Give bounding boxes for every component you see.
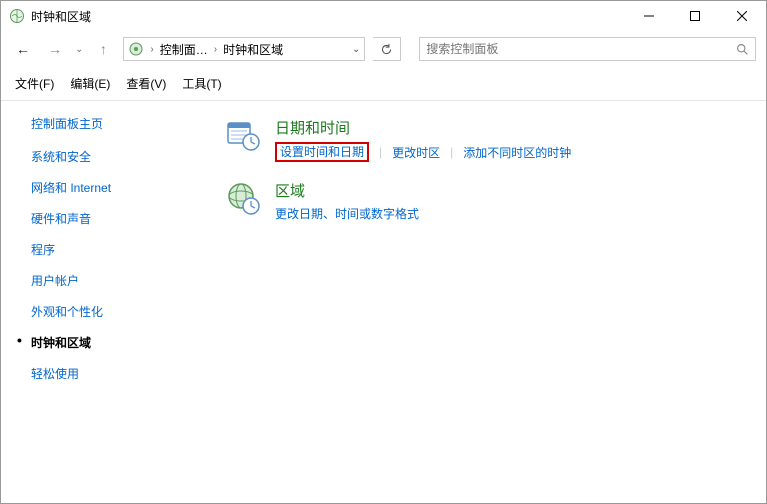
calendar-clock-icon: [225, 117, 261, 153]
maximize-button[interactable]: [672, 1, 718, 31]
sidebar-item-ease-of-access[interactable]: 轻松使用: [31, 365, 211, 382]
section-title-date-time[interactable]: 日期和时间: [275, 117, 571, 138]
sidebar-item-hardware-sound[interactable]: 硬件和声音: [31, 210, 211, 227]
search-input[interactable]: [426, 42, 736, 56]
sidebar: 控制面板主页 系统和安全 网络和 Internet 硬件和声音 程序 用户帐户 …: [1, 111, 211, 396]
breadcrumb[interactable]: › 控制面… › 时钟和区域 ⌄: [123, 37, 365, 61]
up-button[interactable]: ↑: [91, 41, 115, 57]
refresh-button[interactable]: [373, 37, 401, 61]
section-title-region[interactable]: 区域: [275, 180, 419, 201]
control-panel-icon: [128, 41, 144, 57]
sidebar-item-system-security[interactable]: 系统和安全: [31, 148, 211, 165]
menu-view[interactable]: 查看(V): [126, 75, 166, 92]
section-region: 区域 更改日期、时间或数字格式: [225, 180, 766, 222]
separator: |: [379, 145, 382, 159]
menu-tools[interactable]: 工具(T): [182, 75, 221, 92]
breadcrumb-sep-icon: ›: [150, 44, 153, 55]
section-date-time: 日期和时间 设置时间和日期 | 更改时区 | 添加不同时区的时钟: [225, 117, 766, 162]
search-box[interactable]: [419, 37, 756, 61]
breadcrumb-level1[interactable]: 控制面…: [160, 41, 208, 58]
sidebar-item-programs[interactable]: 程序: [31, 241, 211, 258]
sidebar-item-clock-region[interactable]: 时钟和区域: [31, 334, 211, 351]
link-change-formats[interactable]: 更改日期、时间或数字格式: [275, 205, 419, 222]
breadcrumb-level2[interactable]: 时钟和区域: [223, 41, 283, 58]
content-area: 日期和时间 设置时间和日期 | 更改时区 | 添加不同时区的时钟: [211, 111, 766, 396]
forward-button[interactable]: →: [43, 41, 67, 57]
search-icon[interactable]: [736, 43, 749, 56]
menu-file[interactable]: 文件(F): [15, 75, 54, 92]
breadcrumb-sep-icon: ›: [214, 44, 217, 55]
minimize-button[interactable]: [626, 1, 672, 31]
app-icon: [9, 8, 25, 24]
separator: |: [450, 145, 453, 159]
close-button[interactable]: [718, 1, 766, 31]
menu-edit[interactable]: 编辑(E): [70, 75, 110, 92]
globe-clock-icon: [225, 180, 261, 216]
link-set-time-date[interactable]: 设置时间和日期: [275, 142, 369, 162]
sidebar-item-appearance[interactable]: 外观和个性化: [31, 303, 211, 320]
link-change-timezone[interactable]: 更改时区: [392, 144, 440, 161]
sidebar-item-network-internet[interactable]: 网络和 Internet: [31, 179, 211, 196]
window-title: 时钟和区域: [31, 8, 626, 25]
link-add-clocks[interactable]: 添加不同时区的时钟: [463, 144, 571, 161]
breadcrumb-dropdown-icon[interactable]: ⌄: [352, 44, 360, 55]
sidebar-home[interactable]: 控制面板主页: [31, 115, 211, 132]
back-button[interactable]: ←: [11, 41, 35, 57]
history-dropdown[interactable]: ⌄: [75, 44, 83, 55]
sidebar-item-user-accounts[interactable]: 用户帐户: [31, 272, 211, 289]
menu-bar: 文件(F) 编辑(E) 查看(V) 工具(T): [1, 67, 766, 98]
nav-bar: ← → ⌄ ↑ › 控制面… › 时钟和区域 ⌄: [1, 31, 766, 67]
